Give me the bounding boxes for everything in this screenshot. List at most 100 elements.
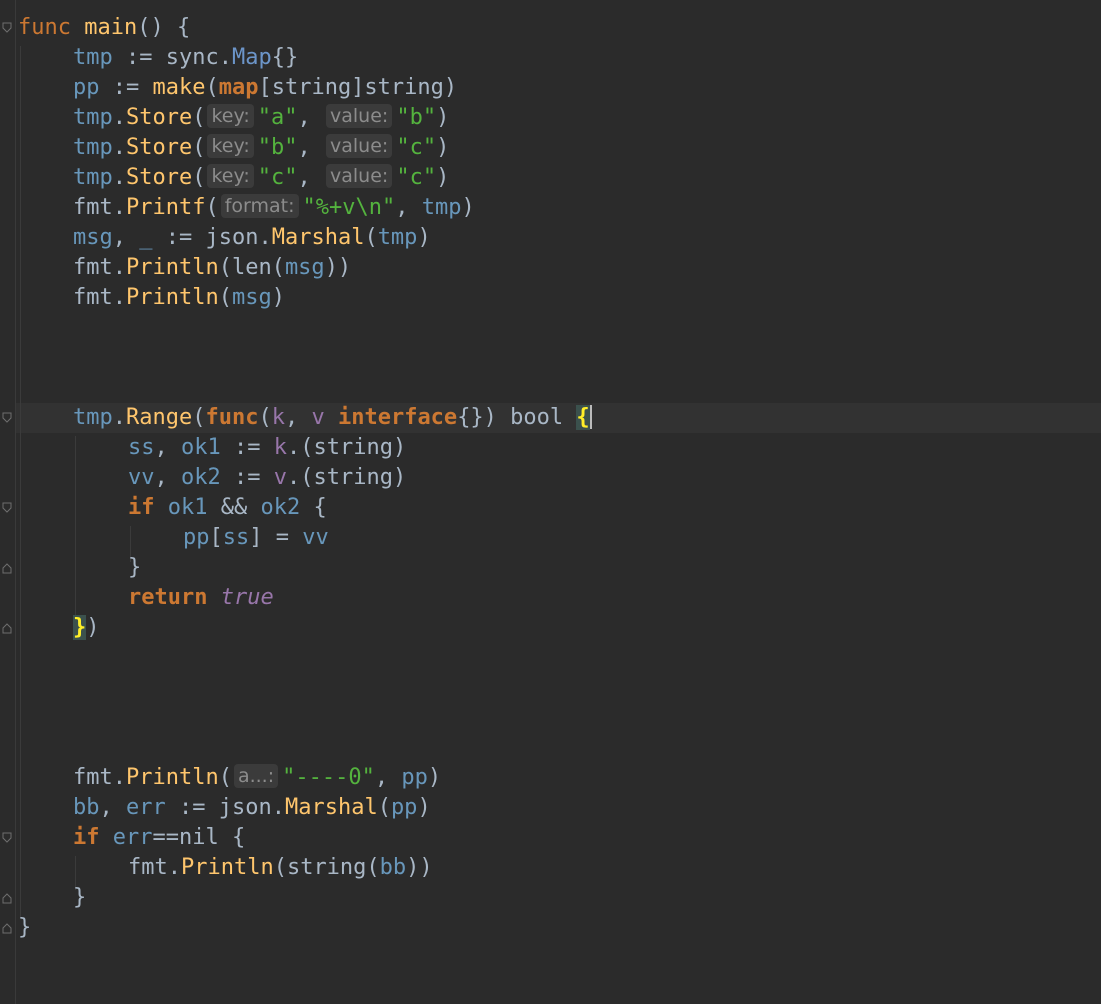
- parameter-hint: key:: [207, 164, 254, 188]
- code-line[interactable]: func main() {: [18, 13, 190, 43]
- code-line[interactable]: }: [18, 913, 31, 943]
- package-name: fmt.: [73, 765, 126, 790]
- fold-open-icon[interactable]: [2, 832, 12, 844]
- code-text: :=: [220, 465, 274, 490]
- code-text: }: [73, 885, 87, 910]
- string-literal: "%+v\n": [302, 195, 396, 220]
- code-text: (: [218, 765, 232, 790]
- code-line[interactable]: if err==nil {: [73, 823, 245, 853]
- code-text: &&: [207, 495, 261, 520]
- code-line[interactable]: }: [73, 883, 86, 913]
- code-line[interactable]: msg, _ := json.Marshal(tmp): [73, 223, 431, 253]
- code-text: .(string): [286, 435, 407, 460]
- code-line[interactable]: tmp.Store(key: "b", value: "c"): [73, 133, 449, 163]
- code-text: (: [218, 285, 232, 310]
- fold-close-icon[interactable]: [2, 622, 12, 634]
- code-line[interactable]: pp := make(map[string]string): [73, 73, 457, 103]
- indent-guide: [75, 436, 76, 616]
- code-line[interactable]: if ok1 && ok2 {: [128, 493, 327, 523]
- fold-close-icon[interactable]: [2, 922, 12, 934]
- code-text: (string(: [273, 855, 380, 880]
- identifier: pp: [401, 765, 428, 790]
- matched-brace: {: [576, 405, 590, 430]
- keyword: func: [205, 405, 259, 430]
- code-text: := sync.: [112, 45, 232, 70]
- code-line[interactable]: tmp.Store(key: "c", value: "c"): [73, 163, 449, 193]
- keyword: if: [73, 825, 100, 850]
- function-name: Println: [125, 765, 219, 790]
- parameter-name: k: [273, 435, 287, 460]
- code-text: )): [406, 855, 433, 880]
- fold-close-icon[interactable]: [2, 562, 12, 574]
- code-text: (: [377, 795, 391, 820]
- fold-open-icon[interactable]: [2, 412, 12, 424]
- parameter-name: k: [271, 405, 285, 430]
- keyword: func: [18, 15, 71, 40]
- code-text: {: [300, 495, 327, 520]
- code-line[interactable]: fmt.Printf(format: "%+v\n", tmp): [73, 193, 475, 223]
- identifier: err: [126, 795, 166, 820]
- indent-guide: [20, 46, 21, 918]
- code-text: }: [18, 915, 32, 940]
- identifier: _: [139, 225, 153, 250]
- matched-brace: }: [73, 615, 87, 640]
- identifier: tmp: [377, 225, 418, 250]
- code-line[interactable]: fmt.Println(string(bb)): [128, 853, 433, 883]
- code-line[interactable]: tmp.Store(key: "a", value: "b"): [73, 103, 449, 133]
- identifier: pp: [73, 75, 100, 100]
- string-literal: "b": [396, 105, 437, 130]
- code-text: ,: [297, 105, 325, 130]
- code-line[interactable]: }: [128, 553, 141, 583]
- code-text: ,: [284, 405, 312, 430]
- fold-open-icon[interactable]: [2, 502, 12, 514]
- string-literal: "a": [257, 105, 298, 130]
- code-line[interactable]: vv, ok2 := v.(string): [128, 463, 406, 493]
- code-line[interactable]: fmt.Println(len(msg)): [73, 253, 351, 283]
- code-line[interactable]: tmp := sync.Map{}: [73, 43, 298, 73]
- parameter-hint: value:: [326, 164, 393, 188]
- code-text: (len(: [218, 255, 285, 280]
- code-text: ,: [297, 135, 325, 160]
- function-name: Store: [126, 165, 193, 190]
- code-line[interactable]: fmt.Println(a...: "----0", pp): [73, 763, 441, 793]
- function-name: Range: [126, 405, 193, 430]
- code-line[interactable]: ss, ok1 := k.(string): [128, 433, 406, 463]
- function-name: Println: [180, 855, 274, 880]
- code-text: }: [128, 555, 142, 580]
- code-text: (: [192, 135, 206, 160]
- code-text: ): [417, 795, 431, 820]
- code-line[interactable]: pp[ss] = vv: [183, 523, 329, 553]
- parameter-hint: a...:: [233, 764, 279, 788]
- fold-open-icon[interactable]: [2, 22, 12, 34]
- code-text: ,: [154, 435, 181, 460]
- code-text: ==nil {: [152, 825, 246, 850]
- code-line[interactable]: fmt.Println(msg): [73, 283, 285, 313]
- string-literal: "b": [257, 135, 298, 160]
- identifier: vv: [128, 465, 155, 490]
- text-caret: [589, 405, 592, 429]
- function-name: make: [152, 75, 206, 100]
- package-name: fmt.: [73, 285, 126, 310]
- code-text: (: [205, 195, 219, 220]
- code-text: [: [209, 525, 223, 550]
- type-name: Map: [231, 45, 272, 70]
- fold-close-icon[interactable]: [2, 892, 12, 904]
- string-literal: "c": [396, 135, 437, 160]
- code-line[interactable]: return true: [128, 583, 274, 613]
- package-name: fmt.: [73, 195, 126, 220]
- boolean-literal: true: [220, 585, 274, 610]
- identifier: tmp: [421, 195, 462, 220]
- identifier: bb: [73, 795, 100, 820]
- code-text: (: [205, 75, 219, 100]
- code-text: ,: [154, 465, 181, 490]
- function-name: Println: [125, 285, 219, 310]
- code-line[interactable]: }): [73, 613, 100, 643]
- code-editor[interactable]: func main() { tmp := sync.Map{} pp := ma…: [0, 0, 1101, 1004]
- code-text: .: [112, 105, 126, 130]
- code-line[interactable]: tmp.Range(func(k, v interface{}) bool {: [73, 403, 592, 433]
- code-line[interactable]: bb, err := json.Marshal(pp): [73, 793, 431, 823]
- code-text: ] =: [249, 525, 303, 550]
- keyword: if: [128, 495, 155, 520]
